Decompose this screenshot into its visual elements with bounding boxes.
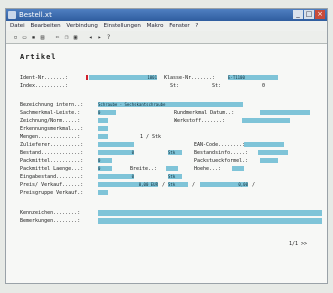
field-bestand[interactable]: 0 <box>98 150 134 155</box>
help-icon[interactable]: ? <box>105 34 112 41</box>
label-packstueck: Packstueckformel.: <box>194 158 249 164</box>
label-packmittel: Packmittel..........: <box>20 158 84 164</box>
field-erkennung[interactable] <box>98 126 108 131</box>
field-bezeichnung[interactable]: Schraube - Sechskantschraube <box>98 102 243 107</box>
label-werkstoff: Werkstoff.......: <box>174 118 226 124</box>
menu-makro[interactable]: Makro <box>147 21 164 31</box>
menu-datei[interactable]: Datei <box>10 21 25 31</box>
label-status-right: St: <box>212 83 222 89</box>
label-breite: Breite..: <box>130 166 158 172</box>
close-icon[interactable]: × <box>315 10 325 19</box>
cut-icon[interactable]: ✂ <box>54 34 61 41</box>
maximize-icon[interactable]: □ <box>304 10 314 19</box>
field-hoehe[interactable] <box>232 166 244 171</box>
preis-separator-2: / <box>192 182 196 188</box>
label-kennzeichen: Kennzeichen........: <box>20 210 81 216</box>
menu-help[interactable]: ? <box>195 21 198 31</box>
print-icon[interactable]: ▤ <box>39 34 46 41</box>
forward-icon[interactable]: ▸ <box>96 34 103 41</box>
label-preisgruppe: Preisgruppe Verkauf.: <box>20 190 84 196</box>
label-hoehe: Hoehe...: <box>194 166 222 172</box>
label-bestandsinfo: Bestandsinfo.....: <box>194 150 249 156</box>
label-menge: Mengen.............: <box>20 134 81 140</box>
form-heading: Artikel <box>20 53 57 61</box>
toolbar: ▫ ▭ ▪ ▤ ✂ ❐ ▣ ◂ ▸ ? <box>6 31 327 44</box>
label-bezeichnung: Bezeichnung intern..: <box>20 102 84 108</box>
cursor-marker <box>86 75 88 80</box>
menu-einstellungen[interactable]: Einstellungen <box>104 21 141 31</box>
copy-icon[interactable]: ❐ <box>63 34 70 41</box>
field-breite[interactable] <box>166 166 178 171</box>
label-sachmerkmal: Sachmerkmal-Leiste.: <box>20 110 81 116</box>
paste-icon[interactable]: ▣ <box>72 34 79 41</box>
label-packlaenge: Packmittel Laenge...: <box>20 166 84 172</box>
label-preis: Preis/ Verkauf......: <box>20 182 84 188</box>
preis-separator: / <box>162 182 166 188</box>
field-menge: 1 / Stk <box>140 134 162 140</box>
field-packmittel[interactable]: 0 <box>98 158 112 163</box>
field-menge-box[interactable] <box>98 134 108 139</box>
label-rundmerkmal: Rundmerkmal Datum..: <box>174 110 235 116</box>
application-window: Bestell.xt _ □ × Datei Bearbeiten Verbin… <box>5 8 328 284</box>
field-bestandsinfo[interactable] <box>258 150 288 155</box>
page-indicator: 1/1 >> <box>288 241 307 247</box>
new-icon[interactable]: ▫ <box>12 34 19 41</box>
field-preis-unit[interactable]: Stk <box>168 182 188 187</box>
label-index: Index..........: <box>20 83 69 89</box>
field-eingabe[interactable]: 0 <box>98 174 134 179</box>
field-status-value: 0 <box>262 83 266 89</box>
terminal-form: Artikel Ident-Nr.......: 1001 Klasse-Nr.… <box>6 44 327 283</box>
field-zulieferer[interactable] <box>98 142 134 147</box>
menu-bar: Datei Bearbeiten Verbindung Einstellunge… <box>6 21 327 31</box>
label-zeichnung: Zeichnung/Norm.....: <box>20 118 81 124</box>
field-zeichnung[interactable] <box>98 118 108 123</box>
field-klasse[interactable]: E-T1100 <box>228 75 278 80</box>
field-preis2[interactable]: 0,00 <box>200 182 248 187</box>
field-sachmerkmal[interactable]: 0 <box>98 110 116 115</box>
field-packstueck[interactable] <box>260 158 278 163</box>
back-icon[interactable]: ◂ <box>87 34 94 41</box>
minimize-icon[interactable]: _ <box>293 10 303 19</box>
label-bemerkungen: Bemerkungen........: <box>20 218 81 224</box>
field-preisgruppe[interactable] <box>98 190 108 195</box>
open-icon[interactable]: ▭ <box>21 34 28 41</box>
preis-separator-3: / <box>252 182 256 188</box>
label-erkennung: Erkennungsmerkmal...: <box>20 126 84 132</box>
label-eingabe: Eingabestand........: <box>20 174 84 180</box>
field-ident[interactable]: 1001 <box>89 75 157 80</box>
label-eancode: EAN-Code........: <box>194 142 246 148</box>
field-eancode[interactable] <box>244 142 284 147</box>
menu-verbindung[interactable]: Verbindung <box>66 21 97 31</box>
title-bar: Bestell.xt _ □ × <box>6 9 327 21</box>
save-icon[interactable]: ▪ <box>30 34 37 41</box>
window-title: Bestell.xt <box>19 11 52 19</box>
field-eingabe-unit[interactable]: Stk <box>168 174 182 179</box>
field-bemerkungen[interactable] <box>98 218 322 224</box>
label-status-mid: St: <box>170 83 180 89</box>
field-kennzeichen[interactable] <box>98 210 322 216</box>
field-werkstoff[interactable] <box>242 118 290 123</box>
app-icon[interactable] <box>8 11 16 19</box>
label-ident: Ident-Nr.......: <box>20 75 69 81</box>
menu-fenster[interactable]: Fenster <box>169 21 189 31</box>
menu-bearbeiten[interactable]: Bearbeiten <box>30 21 60 31</box>
label-klasse: Klasse-Nr.......: <box>164 75 216 81</box>
field-rundmerkmal[interactable] <box>260 110 310 115</box>
field-bestand-unit[interactable]: Stk <box>168 150 182 155</box>
field-preis[interactable]: 0,00 EUR <box>98 182 158 187</box>
label-zulieferer: Zulieferer..........: <box>20 142 84 148</box>
label-bestand: Bestand.............: <box>20 150 84 156</box>
field-packlaenge[interactable]: 0 <box>98 166 112 171</box>
